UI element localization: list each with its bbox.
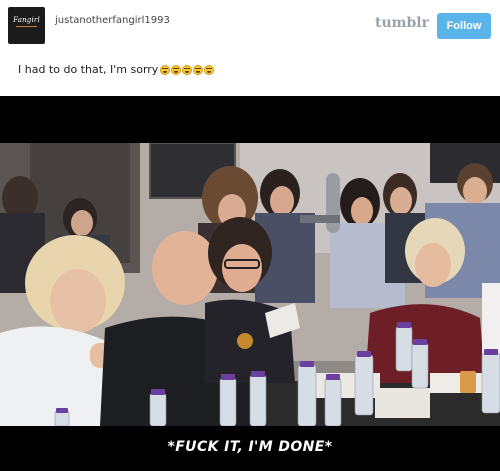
grinning-sweat-icon [182, 64, 193, 75]
grinning-sweat-icon [193, 64, 204, 75]
username[interactable]: justanotherfangirl1993 [55, 15, 170, 26]
video-subtitle: *FUCK IT, I'M DONE* [167, 439, 333, 455]
post-caption: I had to do that, I'm sorry [18, 63, 215, 76]
follow-button[interactable]: Follow [437, 13, 491, 39]
avatar[interactable]: Fangirl [8, 7, 45, 44]
grinning-sweat-icon [171, 64, 182, 75]
tumblr-logo[interactable]: tumblr [375, 15, 429, 31]
grinning-sweat-icon [160, 64, 171, 75]
avatar-text: Fangirl [13, 16, 40, 24]
caption-emojis [159, 64, 215, 75]
avatar-underline [16, 26, 37, 27]
grinning-sweat-icon [204, 64, 215, 75]
post-header: Fangirl justanotherfangirl1993 tumblr Fo… [0, 0, 500, 96]
gif-video[interactable]: *FUCK IT, I'M DONE* [0, 96, 500, 471]
caption-text: I had to do that, I'm sorry [18, 63, 159, 76]
table-read-scene [0, 143, 500, 426]
